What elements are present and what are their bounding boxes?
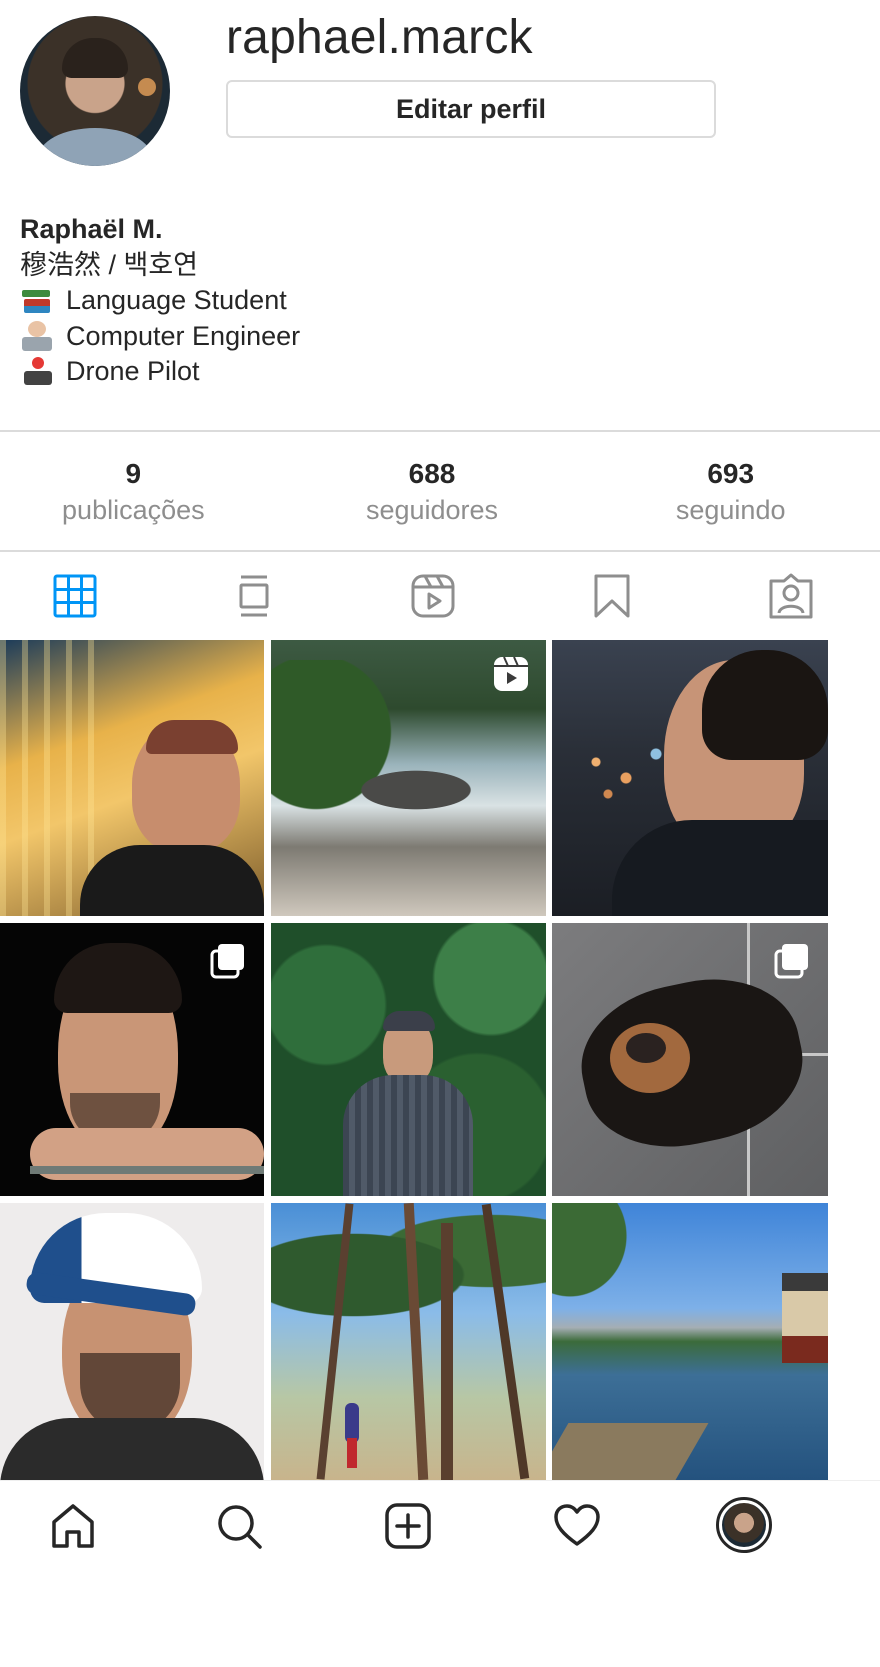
display-name: Raphaël M. xyxy=(20,214,163,244)
bio-line: Computer Engineer xyxy=(20,319,300,355)
following-count[interactable]: 693 seguindo xyxy=(581,432,880,552)
bio-line: Language Student xyxy=(20,283,300,319)
profile-stats: 9 publicações 688 seguidores 693 seguind… xyxy=(0,432,880,552)
posts-count[interactable]: 9 publicações xyxy=(0,432,283,552)
post-thumbnail[interactable] xyxy=(552,923,828,1196)
tab-reels[interactable] xyxy=(344,552,523,640)
tab-tagged[interactable] xyxy=(701,552,880,640)
technologist-emoji-icon xyxy=(20,321,54,352)
bio-line: Drone Pilot xyxy=(20,354,300,390)
profile-header: raphael.marck Editar perfil Raphaël M. 穆… xyxy=(0,0,880,440)
new-post-icon xyxy=(385,1503,431,1549)
post-thumbnail[interactable] xyxy=(0,640,264,916)
avatar xyxy=(722,1503,766,1547)
home-icon xyxy=(52,1504,94,1548)
nav-new-post[interactable] xyxy=(383,1501,433,1551)
profile-tabs xyxy=(0,552,880,640)
saved-icon xyxy=(594,574,630,618)
reels-icon xyxy=(411,574,455,618)
tab-grid[interactable] xyxy=(0,552,165,640)
books-emoji-icon xyxy=(20,286,54,316)
search-icon xyxy=(218,1505,262,1549)
feed-icon xyxy=(239,575,269,617)
bio: Raphaël M. 穆浩然 / 백호연 Language Student Co… xyxy=(20,212,300,390)
nav-profile-avatar[interactable] xyxy=(716,1497,772,1553)
tagged-icon xyxy=(769,573,813,619)
edit-profile-button[interactable]: Editar perfil xyxy=(226,80,716,138)
post-thumbnail[interactable] xyxy=(0,1203,264,1480)
tab-saved[interactable] xyxy=(522,552,701,640)
post-thumbnail[interactable] xyxy=(0,923,264,1196)
post-thumbnail[interactable] xyxy=(552,1203,828,1480)
carousel-icon xyxy=(774,944,808,979)
nav-activity[interactable] xyxy=(552,1501,602,1551)
tab-feed[interactable] xyxy=(165,552,344,640)
bio-line: 穆浩然 / 백호연 xyxy=(20,249,199,280)
profile-avatar[interactable] xyxy=(20,16,170,166)
reel-icon xyxy=(494,656,528,691)
joystick-emoji-icon xyxy=(20,356,54,387)
post-thumbnail[interactable] xyxy=(552,640,828,916)
activity-icon xyxy=(554,1504,600,1546)
post-thumbnail[interactable] xyxy=(271,640,546,916)
username: raphael.marck xyxy=(226,11,533,64)
carousel-icon xyxy=(210,944,244,979)
post-thumbnail[interactable] xyxy=(271,1203,546,1480)
followers-count[interactable]: 688 seguidores xyxy=(283,432,582,552)
bottom-navigation xyxy=(0,1480,880,1667)
post-thumbnail[interactable] xyxy=(271,923,546,1196)
nav-search[interactable] xyxy=(214,1501,264,1551)
grid-icon xyxy=(53,574,97,618)
nav-home[interactable] xyxy=(48,1501,98,1551)
